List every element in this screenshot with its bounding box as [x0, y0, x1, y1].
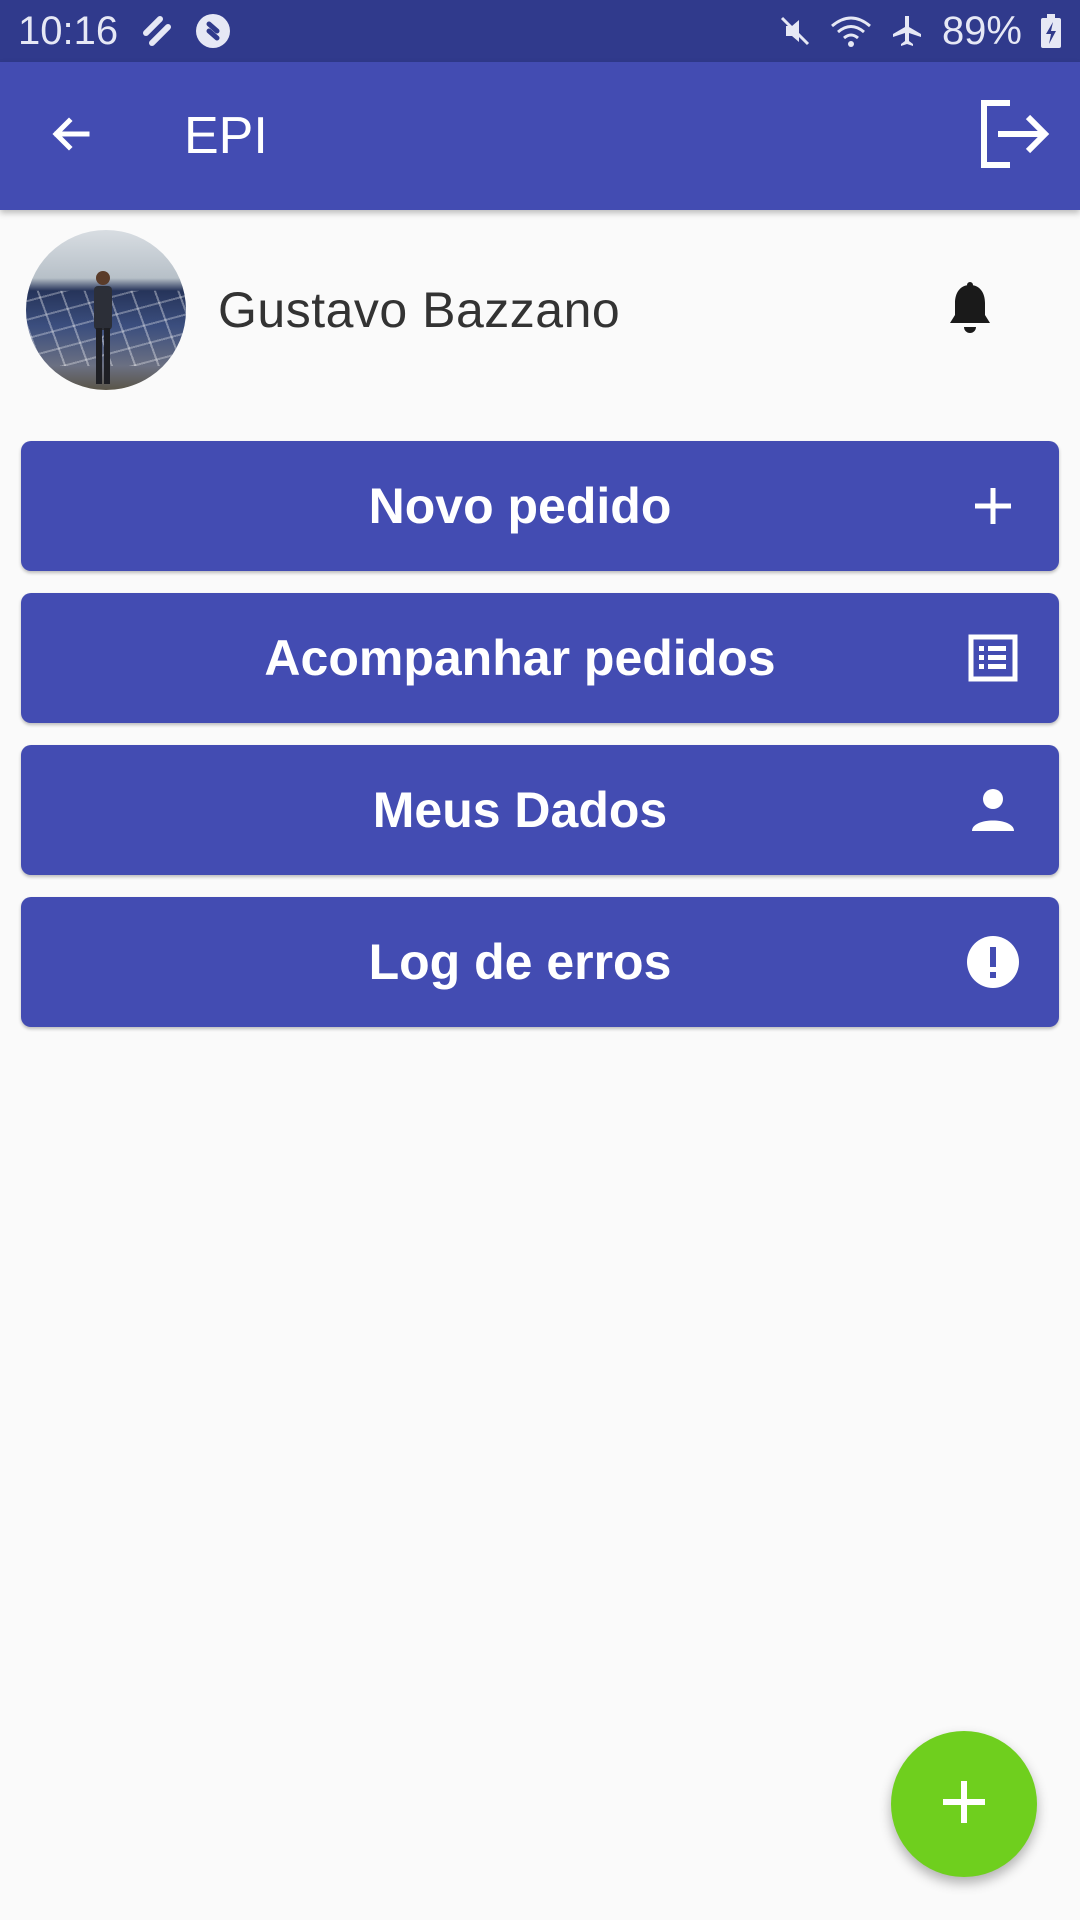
status-time: 10:16 — [18, 8, 119, 53]
avatar[interactable] — [26, 230, 186, 390]
new-order-button[interactable]: Novo pedido — [21, 441, 1059, 571]
my-data-button[interactable]: Meus Dados — [21, 745, 1059, 875]
error-log-button[interactable]: Log de erros — [21, 897, 1059, 1027]
main-menu: Novo pedido Acompanhar pedidos Meus Dado… — [21, 441, 1059, 1049]
alert-icon — [963, 897, 1023, 1027]
plus-icon — [941, 1779, 987, 1830]
app-bar: EPI — [0, 62, 1080, 210]
track-orders-button[interactable]: Acompanhar pedidos — [21, 593, 1059, 723]
user-name: Gustavo Bazzano — [218, 282, 621, 338]
back-button[interactable] — [0, 62, 146, 210]
logout-icon — [976, 99, 1052, 174]
bell-icon — [948, 281, 992, 340]
floating-add-button[interactable] — [891, 1731, 1037, 1877]
page-title: EPI — [184, 107, 268, 165]
list-icon — [963, 593, 1023, 723]
battery-percent: 89% — [941, 8, 1022, 53]
plus-icon — [963, 441, 1023, 571]
shazam-icon — [194, 12, 232, 50]
airplane-icon — [890, 14, 924, 48]
logout-button[interactable] — [954, 62, 1074, 210]
track-orders-label: Acompanhar pedidos — [264, 630, 776, 686]
new-order-label: Novo pedido — [368, 478, 672, 534]
mute-icon — [778, 14, 812, 48]
slack-like-icon — [136, 11, 176, 51]
wifi-icon — [830, 14, 872, 48]
battery-charging-icon — [1040, 14, 1062, 48]
user-profile: Gustavo Bazzano — [0, 210, 1080, 410]
status-bar: 10:16 89% — [0, 0, 1080, 62]
my-data-label: Meus Dados — [372, 782, 668, 838]
notifications-button[interactable] — [940, 280, 1000, 340]
person-icon — [963, 745, 1023, 875]
arrow-left-icon — [47, 110, 95, 163]
error-log-label: Log de erros — [368, 934, 672, 990]
